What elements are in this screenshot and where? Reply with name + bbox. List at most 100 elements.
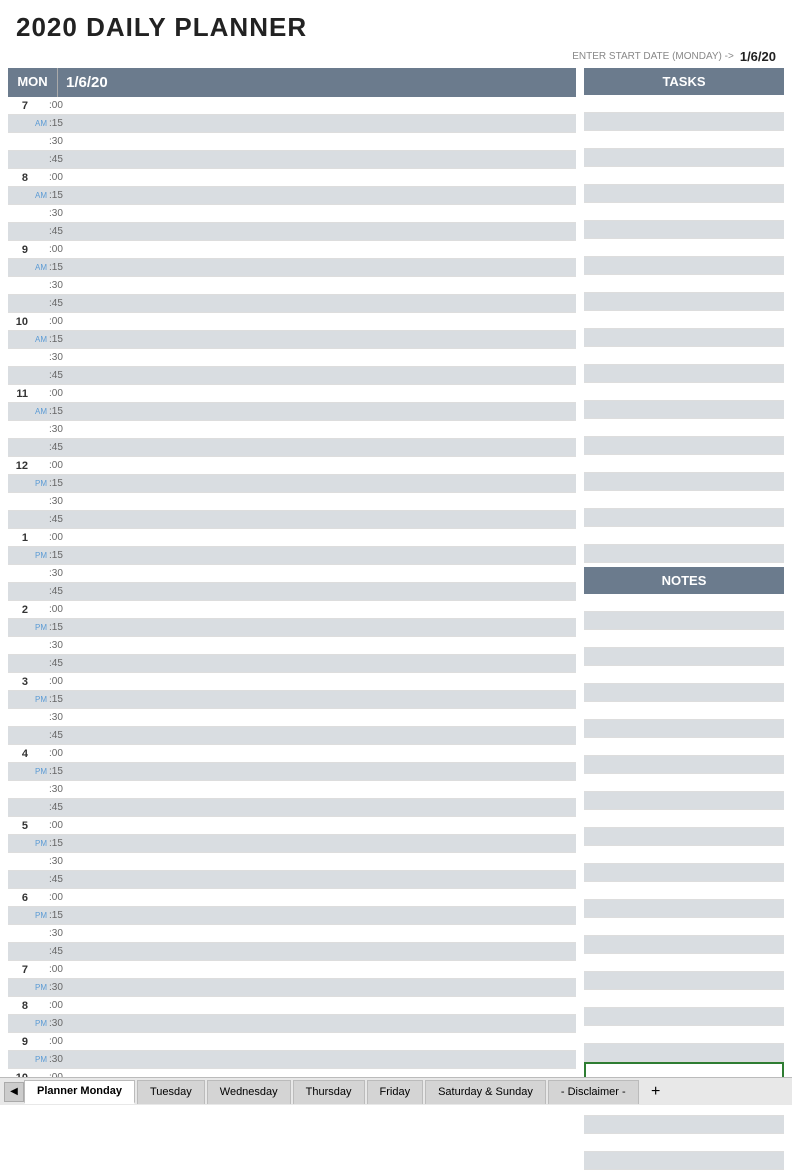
tab-friday[interactable]: Friday bbox=[367, 1080, 424, 1104]
task-row[interactable] bbox=[584, 383, 784, 401]
task-row[interactable] bbox=[584, 149, 784, 167]
time-cell[interactable] bbox=[72, 1051, 576, 1068]
task-row[interactable] bbox=[584, 221, 784, 239]
note-row[interactable] bbox=[584, 1134, 784, 1152]
time-cell[interactable] bbox=[72, 511, 576, 528]
time-cell[interactable] bbox=[72, 781, 576, 798]
time-cell[interactable] bbox=[72, 277, 576, 294]
tab-tuesday[interactable]: Tuesday bbox=[137, 1080, 205, 1104]
time-cell[interactable] bbox=[72, 97, 576, 114]
time-cell[interactable] bbox=[72, 115, 576, 132]
note-row[interactable] bbox=[584, 648, 784, 666]
time-cell[interactable] bbox=[72, 727, 576, 744]
time-cell[interactable] bbox=[72, 349, 576, 366]
note-row[interactable] bbox=[584, 666, 784, 684]
task-row[interactable] bbox=[584, 527, 784, 545]
note-row[interactable] bbox=[584, 702, 784, 720]
note-row[interactable] bbox=[584, 684, 784, 702]
tab-wednesday[interactable]: Wednesday bbox=[207, 1080, 291, 1104]
time-cell[interactable] bbox=[72, 655, 576, 672]
time-cell[interactable] bbox=[72, 547, 576, 564]
time-cell[interactable] bbox=[72, 871, 576, 888]
time-cell[interactable] bbox=[72, 799, 576, 816]
task-row[interactable] bbox=[584, 365, 784, 383]
time-cell[interactable] bbox=[72, 259, 576, 276]
time-cell[interactable] bbox=[72, 925, 576, 942]
task-row[interactable] bbox=[584, 167, 784, 185]
tab-nav-prev[interactable]: ◀ bbox=[4, 1082, 24, 1102]
time-cell[interactable] bbox=[72, 817, 576, 834]
note-row[interactable] bbox=[584, 1008, 784, 1026]
time-cell[interactable] bbox=[72, 745, 576, 762]
time-cell[interactable] bbox=[72, 421, 576, 438]
time-cell[interactable] bbox=[72, 205, 576, 222]
task-row[interactable] bbox=[584, 239, 784, 257]
time-cell[interactable] bbox=[72, 187, 576, 204]
task-row[interactable] bbox=[584, 455, 784, 473]
note-row[interactable] bbox=[584, 594, 784, 612]
task-row[interactable] bbox=[584, 95, 784, 113]
time-cell[interactable] bbox=[72, 691, 576, 708]
time-cell[interactable] bbox=[72, 367, 576, 384]
time-cell[interactable] bbox=[72, 997, 576, 1014]
task-row[interactable] bbox=[584, 509, 784, 527]
time-cell[interactable] bbox=[72, 709, 576, 726]
note-row[interactable] bbox=[584, 756, 784, 774]
time-cell[interactable] bbox=[72, 889, 576, 906]
time-cell[interactable] bbox=[72, 385, 576, 402]
note-row[interactable] bbox=[584, 882, 784, 900]
task-row[interactable] bbox=[584, 185, 784, 203]
note-row[interactable] bbox=[584, 720, 784, 738]
time-cell[interactable] bbox=[72, 439, 576, 456]
time-cell[interactable] bbox=[72, 169, 576, 186]
time-cell[interactable] bbox=[72, 403, 576, 420]
time-cell[interactable] bbox=[72, 151, 576, 168]
time-cell[interactable] bbox=[72, 223, 576, 240]
time-cell[interactable] bbox=[72, 835, 576, 852]
note-row[interactable] bbox=[584, 612, 784, 630]
time-cell[interactable] bbox=[72, 529, 576, 546]
task-row[interactable] bbox=[584, 437, 784, 455]
task-row[interactable] bbox=[584, 473, 784, 491]
time-cell[interactable] bbox=[72, 295, 576, 312]
task-row[interactable] bbox=[584, 419, 784, 437]
time-cell[interactable] bbox=[72, 565, 576, 582]
time-cell[interactable] bbox=[72, 493, 576, 510]
time-cell[interactable] bbox=[72, 943, 576, 960]
task-row[interactable] bbox=[584, 401, 784, 419]
note-row[interactable] bbox=[584, 954, 784, 972]
time-cell[interactable] bbox=[72, 961, 576, 978]
time-cell[interactable] bbox=[72, 637, 576, 654]
task-row[interactable] bbox=[584, 545, 784, 563]
time-cell[interactable] bbox=[72, 763, 576, 780]
tab-saturday-&-sunday[interactable]: Saturday & Sunday bbox=[425, 1080, 546, 1104]
note-row[interactable] bbox=[584, 936, 784, 954]
time-cell[interactable] bbox=[72, 457, 576, 474]
task-row[interactable] bbox=[584, 311, 784, 329]
task-row[interactable] bbox=[584, 275, 784, 293]
task-row[interactable] bbox=[584, 131, 784, 149]
note-row[interactable] bbox=[584, 972, 784, 990]
tab-add-button[interactable]: + bbox=[645, 1081, 667, 1103]
note-row[interactable] bbox=[584, 990, 784, 1008]
time-cell[interactable] bbox=[72, 907, 576, 924]
time-cell[interactable] bbox=[72, 313, 576, 330]
time-cell[interactable] bbox=[72, 619, 576, 636]
time-cell[interactable] bbox=[72, 979, 576, 996]
note-row[interactable] bbox=[584, 810, 784, 828]
note-row[interactable] bbox=[584, 774, 784, 792]
tab---disclaimer--[interactable]: - Disclaimer - bbox=[548, 1080, 639, 1104]
time-cell[interactable] bbox=[72, 673, 576, 690]
time-cell[interactable] bbox=[72, 1033, 576, 1050]
task-row[interactable] bbox=[584, 203, 784, 221]
time-cell[interactable] bbox=[72, 331, 576, 348]
time-cell[interactable] bbox=[72, 475, 576, 492]
task-row[interactable] bbox=[584, 257, 784, 275]
time-cell[interactable] bbox=[72, 601, 576, 618]
time-cell[interactable] bbox=[72, 241, 576, 258]
note-row[interactable] bbox=[584, 1152, 784, 1170]
note-row[interactable] bbox=[584, 828, 784, 846]
note-row[interactable] bbox=[584, 864, 784, 882]
task-row[interactable] bbox=[584, 113, 784, 131]
tab-planner-monday[interactable]: Planner Monday bbox=[24, 1080, 135, 1104]
